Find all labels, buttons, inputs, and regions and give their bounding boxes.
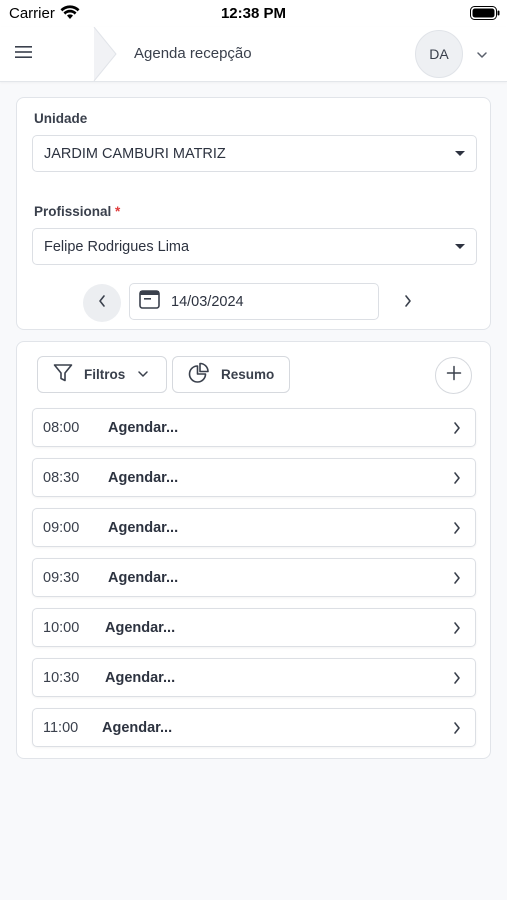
schedule-card: Filtros Resumo 08:00 Agendar... 08:30 Ag… [16, 341, 491, 759]
chevron-right-icon [403, 294, 413, 313]
app-header: Agenda recepção DA [0, 26, 507, 82]
slot-schedule-link[interactable]: Agendar... [102, 720, 172, 736]
date-field[interactable]: 14/03/2024 [129, 283, 379, 320]
slot-schedule-link[interactable]: Agendar... [105, 620, 175, 636]
chevron-down-icon[interactable] [476, 47, 488, 65]
avatar-initials: DA [429, 46, 449, 62]
hamburger-icon [15, 45, 33, 64]
filtros-label: Filtros [84, 367, 126, 382]
chevron-down-icon [137, 367, 149, 382]
chevron-right-icon [452, 521, 462, 540]
status-bar: Carrier 12:38 PM [0, 0, 507, 27]
slot-row[interactable]: 09:30 Agendar... [32, 558, 476, 597]
slot-schedule-link[interactable]: Agendar... [108, 470, 178, 486]
slot-time: 09:00 [43, 520, 80, 536]
filter-icon [53, 363, 73, 386]
slot-schedule-link[interactable]: Agendar... [105, 670, 175, 686]
menu-button[interactable] [0, 27, 96, 81]
chevron-right-icon [452, 571, 462, 590]
date-value: 14/03/2024 [171, 293, 244, 310]
slot-time: 10:30 [43, 670, 80, 686]
profissional-label-text: Profissional [34, 204, 112, 219]
filtros-button[interactable]: Filtros [37, 356, 167, 393]
slot-row[interactable]: 10:00 Agendar... [32, 608, 476, 647]
resumo-label: Resumo [221, 367, 275, 382]
slot-time: 08:00 [43, 420, 80, 436]
battery-icon [470, 6, 500, 25]
unidade-value: JARDIM CAMBURI MATRIZ [44, 145, 226, 162]
required-mark: * [115, 204, 121, 219]
pie-chart-icon [188, 362, 210, 387]
chevron-right-icon [452, 721, 462, 740]
slot-time: 08:30 [43, 470, 80, 486]
next-date-button[interactable] [389, 284, 427, 322]
slot-row[interactable]: 11:00 Agendar... [32, 708, 476, 747]
slot-row[interactable]: 08:30 Agendar... [32, 458, 476, 497]
resumo-button[interactable]: Resumo [172, 356, 290, 393]
slot-time: 10:00 [43, 620, 80, 636]
slot-schedule-link[interactable]: Agendar... [108, 520, 178, 536]
add-button[interactable] [435, 357, 472, 394]
plus-icon [446, 365, 462, 386]
breadcrumb-separator-icon [93, 26, 125, 86]
filters-card: Unidade JARDIM CAMBURI MATRIZ Profission… [16, 97, 491, 330]
profissional-value: Felipe Rodrigues Lima [44, 238, 190, 255]
chevron-left-icon [97, 294, 107, 313]
page-title: Agenda recepção [134, 45, 252, 62]
profissional-label: Profissional * [34, 204, 120, 219]
unidade-label: Unidade [34, 111, 88, 126]
chevron-right-icon [452, 471, 462, 490]
slot-time: 09:30 [43, 570, 80, 586]
previous-date-button[interactable] [83, 284, 121, 322]
chevron-right-icon [452, 671, 462, 690]
clock: 12:38 PM [220, 5, 287, 22]
chevron-right-icon [452, 421, 462, 440]
calendar-icon [139, 289, 161, 314]
slot-time: 11:00 [43, 720, 79, 736]
profissional-select[interactable]: Felipe Rodrigues Lima [32, 228, 477, 265]
slot-list: 08:00 Agendar... 08:30 Agendar... 09:00 … [32, 408, 477, 758]
chevron-right-icon [452, 621, 462, 640]
slot-schedule-link[interactable]: Agendar... [108, 420, 178, 436]
caret-down-icon [455, 244, 465, 249]
slot-row[interactable]: 08:00 Agendar... [32, 408, 476, 447]
slot-schedule-link[interactable]: Agendar... [108, 570, 178, 586]
avatar[interactable]: DA [415, 30, 463, 78]
slot-row[interactable]: 09:00 Agendar... [32, 508, 476, 547]
slot-row[interactable]: 10:30 Agendar... [32, 658, 476, 697]
caret-down-icon [455, 151, 465, 156]
unidade-select[interactable]: JARDIM CAMBURI MATRIZ [32, 135, 477, 172]
